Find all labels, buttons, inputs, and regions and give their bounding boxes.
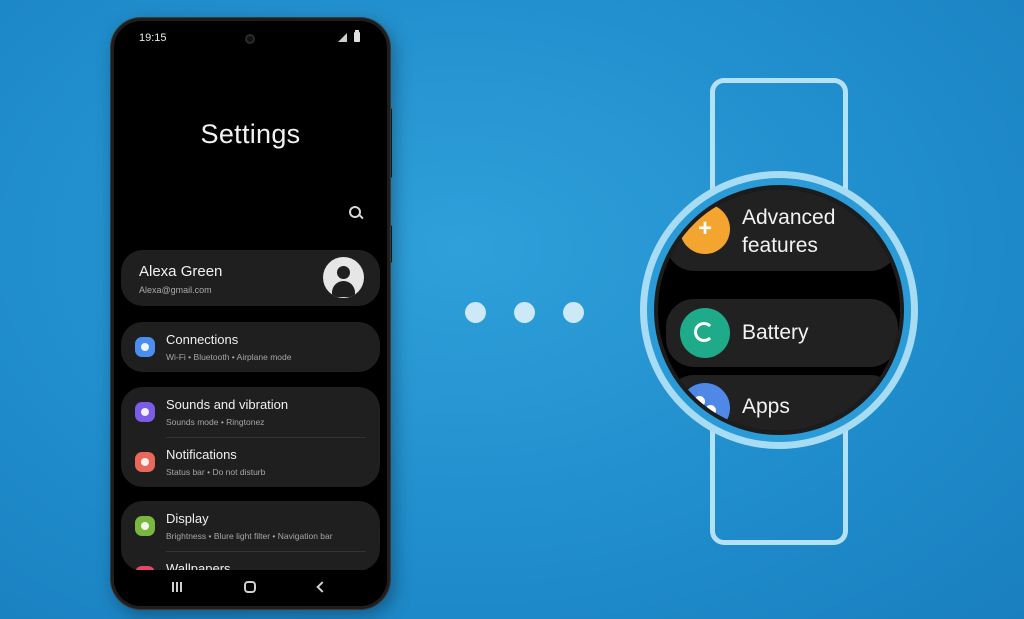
watch-item-label: Apps (742, 395, 790, 418)
settings-item-subtitle: Wi-Fi • Bluetooth • Airplane mode (166, 352, 292, 362)
signal-icon (338, 33, 347, 42)
watch-item-advanced-features[interactable]: Advanced features (666, 189, 898, 271)
recents-icon[interactable] (172, 582, 182, 592)
front-camera (245, 34, 255, 44)
settings-item-notifications[interactable]: Notifications Status bar • Do not distur… (121, 437, 380, 487)
profile-name: Alexa Green (139, 263, 223, 280)
settings-item-title: Display (166, 511, 209, 526)
person-icon (323, 257, 364, 298)
wifi-icon (135, 337, 155, 357)
settings-item-connections[interactable]: Connections Wi-Fi • Bluetooth • Airplane… (121, 322, 380, 372)
settings-item-title: Notifications (166, 447, 237, 462)
settings-item-subtitle: Sounds mode • Ringtonez (166, 417, 265, 427)
settings-group-connections: Connections Wi-Fi • Bluetooth • Airplane… (121, 322, 380, 372)
status-bar: 19:15 (114, 21, 387, 55)
settings-item-title: Sounds and vibration (166, 397, 289, 412)
advanced-features-icon (680, 204, 730, 254)
settings-item-subtitle: Brightness • Blure light filter • Naviga… (166, 531, 333, 541)
settings-item-display[interactable]: Display Brightness • Blure light filter … (121, 501, 380, 551)
page-title: Settings (200, 119, 301, 149)
settings-group-display: Display Brightness • Blure light filter … (121, 501, 380, 571)
connection-dot (514, 302, 535, 323)
watch-screen: Advanced features Battery Apps (654, 185, 904, 435)
battery-icon (354, 30, 360, 42)
apps-icon (680, 383, 730, 431)
watch-item-label: Advanced features (742, 206, 836, 257)
profile-card[interactable]: Alexa Green Alexa@gmail.com (121, 250, 380, 306)
phone-screen: 19:15 Settings Alexa Green Alexa@gmail.c… (111, 18, 390, 609)
volume-icon (135, 402, 155, 422)
connection-dot (465, 302, 486, 323)
search-icon[interactable] (349, 206, 363, 220)
settings-item-title: Connections (166, 332, 239, 347)
connection-dot (563, 302, 584, 323)
settings-item-sounds[interactable]: Sounds and vibration Sounds mode • Ringt… (121, 387, 380, 437)
battery-icon (680, 308, 730, 358)
profile-email: Alexa@gmail.com (139, 285, 212, 295)
brightness-icon (135, 516, 155, 536)
navigation-bar (114, 570, 387, 606)
watch-item-apps[interactable]: Apps (666, 375, 898, 431)
back-icon[interactable] (316, 581, 328, 593)
settings-item-wallpapers[interactable]: Wallpapers (121, 551, 380, 571)
settings-group-sounds: Sounds and vibration Sounds mode • Ringt… (121, 387, 380, 487)
home-icon[interactable] (244, 581, 256, 593)
notification-icon (135, 452, 155, 472)
settings-item-subtitle: Status bar • Do not disturb (166, 467, 266, 477)
status-time: 19:15 (139, 32, 167, 44)
watch-item-battery[interactable]: Battery (666, 299, 898, 367)
watch-item-label: Battery (742, 321, 809, 344)
